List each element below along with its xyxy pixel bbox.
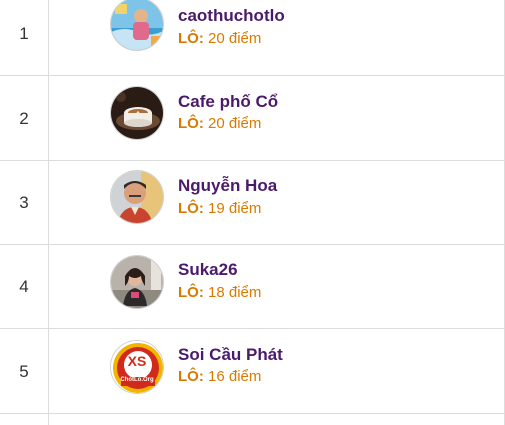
user-score: LÔ: 16 điểm [178,368,261,385]
table-row: 4 Suka26 LÔ: 18 điểm [0,245,504,329]
score-value: 16 điểm [208,368,262,385]
woman-outdoor-avatar[interactable] [110,255,164,309]
rank-number: 5 [19,361,29,381]
xs-logo-avatar[interactable]: XS ChotLo.Org [110,340,164,394]
rank-number: 4 [19,276,29,296]
user-name[interactable]: Nguyễn Hoa [178,176,277,196]
xs-logo-text: XS [127,353,147,369]
score-value: 18 điểm [208,284,262,301]
rank-number: 2 [19,108,29,128]
leaderboard-table: 1 caothuchotlo LÔ: 20 điểm 2 Cafe phố Cổ… [0,0,505,425]
table-row: 1 caothuchotlo LÔ: 20 điểm [0,0,504,76]
xs-logo-site: ChotLo.Org [120,377,154,383]
user-score: LÔ: 20 điểm [178,30,261,47]
table-row: 2 Cafe phố Cổ LÔ: 20 điểm [0,77,504,161]
man-portrait-avatar[interactable] [110,170,164,224]
rank-number: 1 [19,23,29,43]
user-name[interactable]: caothuchotlo [178,6,285,26]
user-name[interactable]: Soi Cầu Phát [178,345,283,365]
table-row: 5 XS ChotLo.Org Soi Cầu Phát LÔ: 16 điểm [0,330,504,414]
user-name[interactable]: Suka26 [178,260,238,280]
user-score: LÔ: 19 điểm [178,200,261,217]
score-label: LÔ: [178,200,204,217]
rank-number: 3 [19,192,29,212]
beach-photo-avatar[interactable] [110,0,164,51]
coffee-cup-avatar[interactable] [110,86,164,140]
score-value: 20 điểm [208,115,262,132]
score-label: LÔ: [178,30,204,47]
score-value: 20 điểm [208,30,262,47]
user-name[interactable]: Cafe phố Cổ [178,92,278,112]
user-score: LÔ: 20 điểm [178,115,261,132]
score-label: LÔ: [178,368,204,385]
user-score: LÔ: 18 điểm [178,284,261,301]
score-label: LÔ: [178,284,204,301]
table-row: 3 Nguyễn Hoa LÔ: 19 điểm [0,161,504,245]
score-label: LÔ: [178,115,204,132]
score-value: 19 điểm [208,200,262,217]
